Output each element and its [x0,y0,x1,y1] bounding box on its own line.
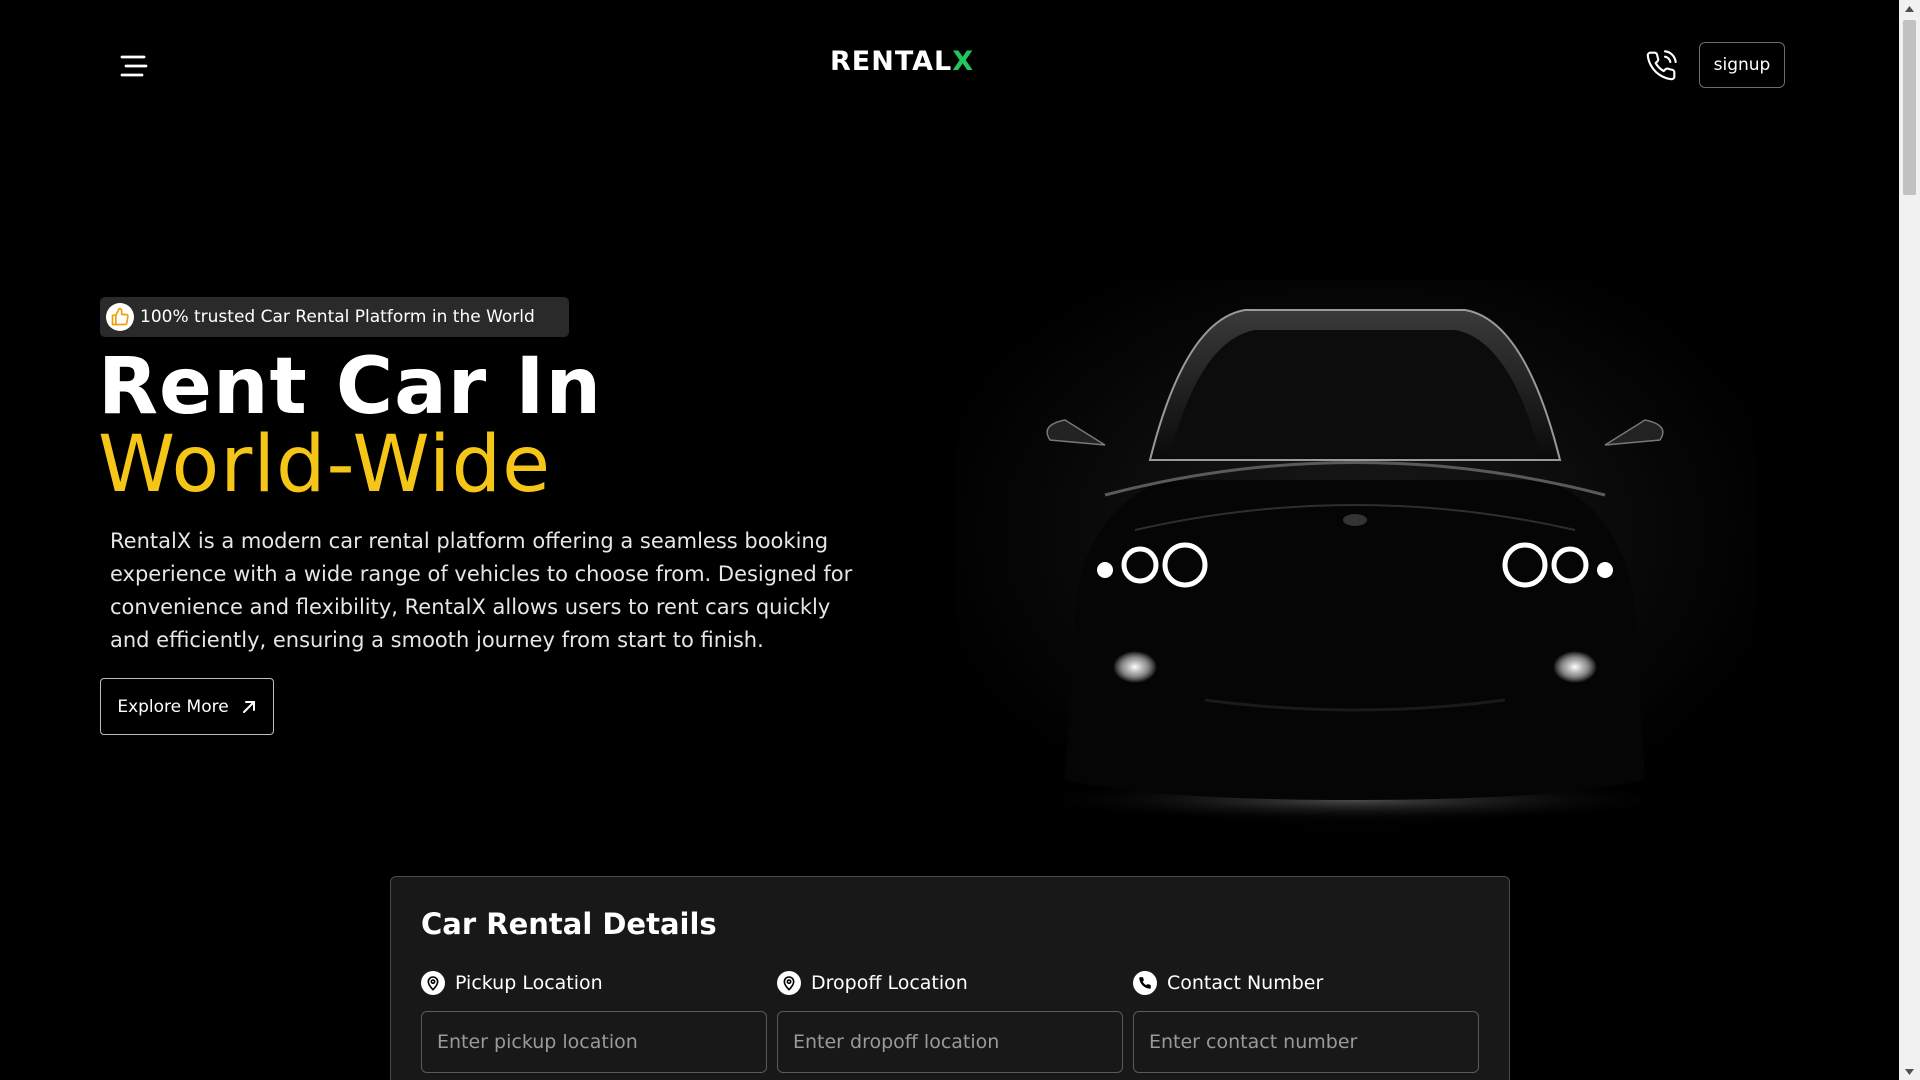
menu-icon [120,55,148,77]
contact-field: Contact Number [1133,969,1479,1073]
dropoff-label-text: Dropoff Location [811,972,968,994]
logo-text: RENTAL [830,46,953,77]
phone-icon [1133,971,1157,995]
pickup-label: Pickup Location [421,969,767,997]
page-scrollbar[interactable] [1899,0,1920,1080]
location-pin-icon [421,971,445,995]
contact-input[interactable] [1133,1011,1479,1073]
explore-more-button[interactable]: Explore More [100,678,274,735]
scroll-up-arrow[interactable] [1899,0,1920,17]
hero-title-main: Rent Car In [98,342,602,432]
explore-more-label: Explore More [117,696,229,717]
dropoff-label: Dropoff Location [777,969,1123,997]
pickup-label-text: Pickup Location [455,972,603,994]
dropoff-field: Dropoff Location [777,969,1123,1073]
page: RENTALX signup 100% trusted Car Rental P… [0,0,1920,1080]
phone-icon [1646,50,1677,81]
trust-badge-text: 100% trusted Car Rental Platform in the … [140,307,535,327]
hero-car-image [955,280,1755,840]
site-header: RENTALX signup [0,0,1899,130]
pickup-input[interactable] [421,1011,767,1073]
rental-details-title: Car Rental Details [421,907,717,941]
contact-label: Contact Number [1133,969,1479,997]
thumbs-up-icon [106,303,134,331]
pickup-field: Pickup Location [421,969,767,1073]
site-logo[interactable]: RENTALX [830,46,974,77]
location-pin-icon [777,971,801,995]
scrollbar-thumb[interactable] [1903,20,1916,195]
trust-badge: 100% trusted Car Rental Platform in the … [100,297,569,337]
signup-button[interactable]: signup [1699,42,1785,88]
scroll-down-arrow[interactable] [1899,1063,1920,1080]
menu-button[interactable] [112,46,152,86]
hero-description: RentalX is a modern car rental platform … [110,529,853,652]
rental-details-card: Car Rental Details Pickup Location Enter… [390,876,1510,1080]
dropoff-input[interactable] [777,1011,1123,1073]
contact-label-text: Contact Number [1167,972,1324,994]
hero-title-highlight: World-Wide [98,420,552,510]
phone-button[interactable] [1645,50,1677,82]
arrow-up-right-icon [241,699,257,715]
hero-title: Rent Car In World-Wide [98,348,878,504]
logo-accent: X [952,46,975,77]
